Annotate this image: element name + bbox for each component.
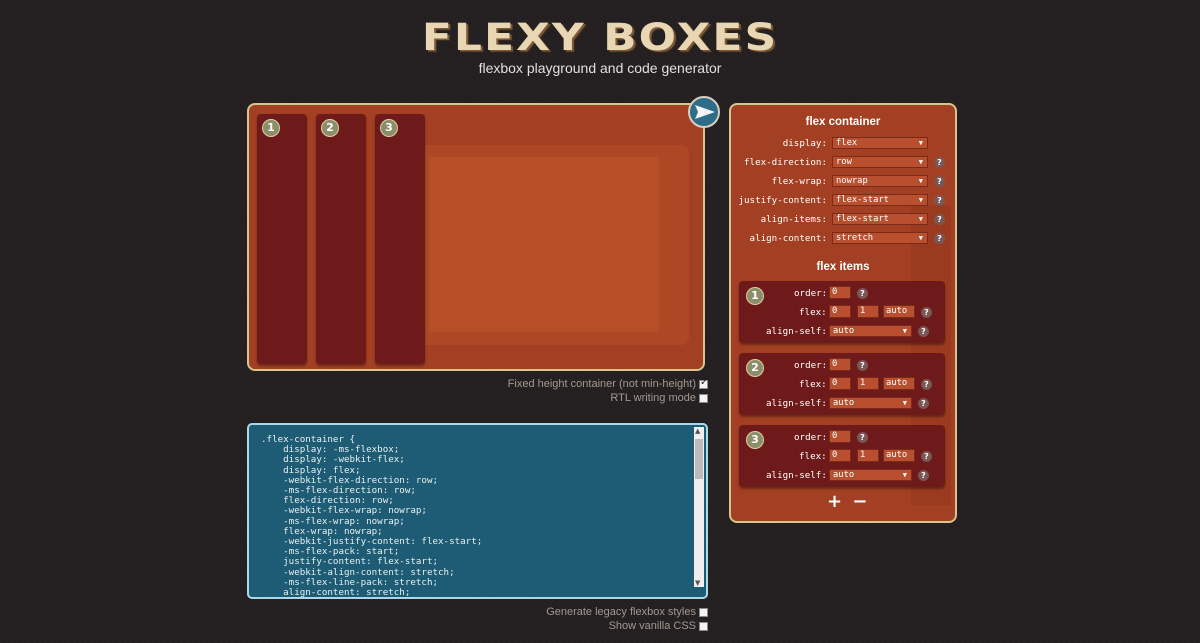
order-label: order: <box>794 288 828 299</box>
flex-label: flex: <box>799 379 827 390</box>
help-icon[interactable]: ? <box>857 288 868 299</box>
tagline: flexbox playground and code generator <box>478 60 722 76</box>
prop-justify-content: justify-content: flex-start ▼ ? <box>731 194 955 209</box>
prop-label: justify-content: <box>738 195 827 206</box>
item-number-badge: 1 <box>262 119 280 137</box>
flex-direction-select[interactable]: row ▼ <box>832 156 928 168</box>
flex-shrink-input[interactable]: 1 <box>857 449 879 462</box>
send-button[interactable] <box>688 96 720 128</box>
order-input[interactable]: 0 <box>829 430 851 443</box>
preview-item-3[interactable]: 3 <box>375 114 425 364</box>
flex-label: flex: <box>799 451 827 462</box>
legacy-checkbox[interactable] <box>699 607 708 617</box>
prop-align-items: align-items: flex-start ▼ ? <box>731 213 955 228</box>
fixed-height-option[interactable]: Fixed height container (not min-height) <box>507 377 709 391</box>
align-self-select[interactable]: auto ▼ <box>829 325 912 337</box>
flex-container-title: flex container <box>805 116 881 128</box>
css-code-text: .flex-container { display: -ms-flexbox; … <box>261 434 483 599</box>
logo: FLEXY BOXES <box>421 15 779 60</box>
prop-flex-wrap: flex-wrap: nowrap ▼ ? <box>731 175 955 190</box>
align-items-select[interactable]: flex-start ▼ <box>832 213 928 225</box>
help-icon[interactable]: ? <box>934 214 945 225</box>
align-self-label: align-self: <box>766 470 827 481</box>
help-icon[interactable]: ? <box>857 360 868 371</box>
flex-grow-input[interactable]: 0 <box>829 449 851 462</box>
prop-flex-direction: flex-direction: row ▼ ? <box>731 156 955 171</box>
flex-basis-input[interactable]: auto <box>883 449 915 462</box>
flex-basis-input[interactable]: auto <box>883 377 915 390</box>
prop-label: flex-direction: <box>744 157 827 168</box>
align-self-label: align-self: <box>766 398 827 409</box>
align-self-label: align-self: <box>766 326 827 337</box>
order-input[interactable]: 0 <box>829 286 851 299</box>
align-self-select[interactable]: auto ▼ <box>829 397 912 409</box>
item-number-badge: 3 <box>746 431 764 449</box>
flex-wrap-select[interactable]: nowrap ▼ <box>832 175 928 187</box>
preview-shade <box>429 157 659 332</box>
prop-label: align-content: <box>749 233 827 244</box>
help-icon[interactable]: ? <box>857 432 868 443</box>
control-panel: flex container display: flex ▼ flex-direc… <box>729 103 957 523</box>
fixed-height-label: Fixed height container (not min-height) <box>507 378 696 390</box>
prop-label: flex-wrap: <box>771 176 827 187</box>
flex-grow-input[interactable]: 0 <box>829 377 851 390</box>
flex-basis-input[interactable]: auto <box>883 305 915 318</box>
help-icon[interactable]: ? <box>934 157 945 168</box>
remove-item-button[interactable]: − <box>852 491 867 512</box>
help-icon[interactable]: ? <box>934 233 945 244</box>
flex-item-controls-1: 1 order: 0 ? flex: 0 1 auto ? align-self… <box>739 281 945 343</box>
help-icon[interactable]: ? <box>918 398 929 409</box>
item-number-badge: 2 <box>746 359 764 377</box>
align-self-select[interactable]: auto ▼ <box>829 469 912 481</box>
legacy-label: Generate legacy flexbox styles <box>546 606 696 618</box>
flex-grow-input[interactable]: 0 <box>829 305 851 318</box>
display-select[interactable]: flex ▼ <box>832 137 928 149</box>
help-icon[interactable]: ? <box>921 379 932 390</box>
item-number-badge: 2 <box>321 119 339 137</box>
add-item-button[interactable]: + <box>827 491 842 512</box>
preview-item-1[interactable]: 1 <box>257 114 307 364</box>
help-icon[interactable]: ? <box>918 470 929 481</box>
prop-display: display: flex ▼ <box>731 137 955 152</box>
flex-label: flex: <box>799 307 827 318</box>
prop-align-content: align-content: stretch ▼ ? <box>731 232 955 247</box>
legacy-option[interactable]: Generate legacy flexbox styles <box>546 606 708 618</box>
help-icon[interactable]: ? <box>921 307 932 318</box>
flex-item-controls-3: 3 order: 0 ? flex: 0 1 auto ? align-self… <box>739 425 945 487</box>
paper-plane-icon <box>695 105 715 119</box>
rtl-option[interactable]: RTL writing mode <box>610 392 708 404</box>
help-icon[interactable]: ? <box>918 326 929 337</box>
help-icon[interactable]: ? <box>921 451 932 462</box>
justify-content-select[interactable]: flex-start ▼ <box>832 194 928 206</box>
add-remove-controls: + − <box>827 491 867 512</box>
align-content-select[interactable]: stretch ▼ <box>832 232 928 244</box>
css-code-output[interactable]: .flex-container { display: -ms-flexbox; … <box>247 423 708 599</box>
help-icon[interactable]: ? <box>934 176 945 187</box>
order-input[interactable]: 0 <box>829 358 851 371</box>
scroll-down-icon[interactable]: ▼ <box>695 579 700 587</box>
flex-shrink-input[interactable]: 1 <box>857 305 879 318</box>
prop-label: display: <box>782 138 827 149</box>
flex-preview-container: 1 2 3 <box>247 103 705 371</box>
help-icon[interactable]: ? <box>934 195 945 206</box>
fixed-height-checkbox[interactable] <box>699 377 708 389</box>
vanilla-checkbox[interactable] <box>699 621 708 631</box>
prop-label: align-items: <box>760 214 827 225</box>
flex-items-title: flex items <box>816 261 870 273</box>
item-number-badge: 1 <box>746 287 764 305</box>
vanilla-label: Show vanilla CSS <box>608 620 696 632</box>
vanilla-option[interactable]: Show vanilla CSS <box>609 620 708 632</box>
scroll-up-icon[interactable]: ▲ <box>695 427 700 435</box>
item-number-badge: 3 <box>380 119 398 137</box>
flex-item-controls-2: 2 order: 0 ? flex: 0 1 auto ? align-self… <box>739 353 945 415</box>
scroll-thumb[interactable] <box>695 439 703 479</box>
preview-item-2[interactable]: 2 <box>316 114 366 364</box>
flex-shrink-input[interactable]: 1 <box>857 377 879 390</box>
rtl-label: RTL writing mode <box>610 392 696 404</box>
order-label: order: <box>794 432 828 443</box>
code-scrollbar[interactable]: ▲ ▼ <box>694 427 704 587</box>
order-label: order: <box>794 360 828 371</box>
rtl-checkbox[interactable] <box>699 393 708 403</box>
